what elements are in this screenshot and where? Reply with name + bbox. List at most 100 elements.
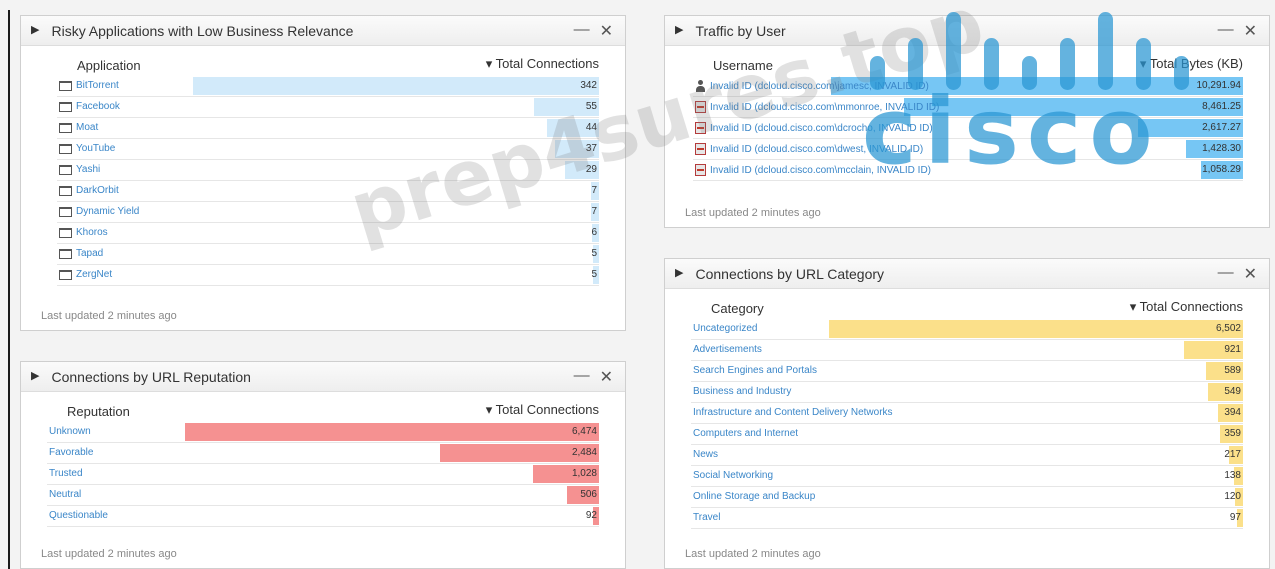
- close-icon[interactable]: ✕: [600, 367, 613, 387]
- table-row[interactable]: Invalid ID (dcloud.cisco.com\jamesc, INV…: [693, 76, 1243, 97]
- column-header-reputation[interactable]: Reputation: [67, 404, 130, 419]
- row-label-link[interactable]: Neutral: [49, 489, 81, 500]
- minimize-icon[interactable]: —: [574, 367, 590, 387]
- row-label-link[interactable]: Advertisements: [693, 344, 762, 355]
- column-header-category[interactable]: Category: [711, 301, 764, 316]
- table-row[interactable]: DarkOrbit 7: [57, 181, 599, 202]
- row-label-link[interactable]: Khoros: [59, 227, 108, 238]
- row-label-link[interactable]: Invalid ID (dcloud.cisco.com\mcclain, IN…: [695, 164, 931, 176]
- row-label-link[interactable]: Facebook: [59, 101, 120, 112]
- minimize-icon[interactable]: —: [1218, 264, 1234, 284]
- table-row[interactable]: Khoros 6: [57, 223, 599, 244]
- table-row[interactable]: Online Storage and Backup 120: [691, 487, 1243, 508]
- row-label-link[interactable]: Questionable: [49, 510, 108, 521]
- widget-url-reputation: ▶ Connections by URL Reputation — ✕ Reput…: [20, 361, 626, 569]
- row-label-link[interactable]: BitTorrent: [59, 80, 119, 91]
- value-bar: [185, 423, 599, 441]
- table-row[interactable]: Trusted 1,028: [47, 464, 599, 485]
- row-label-link[interactable]: Computers and Internet: [693, 428, 798, 439]
- row-value: 217: [1224, 449, 1241, 460]
- collapse-triangle-icon[interactable]: ▶: [31, 371, 39, 382]
- column-header-total-connections[interactable]: ▾ Total Connections: [486, 402, 599, 418]
- row-label-link[interactable]: Online Storage and Backup: [693, 491, 815, 502]
- table-row[interactable]: Advertisements 921: [691, 340, 1243, 361]
- row-value: 29: [585, 164, 597, 175]
- table-row[interactable]: Dynamic Yield 7: [57, 202, 599, 223]
- collapse-triangle-icon[interactable]: ▶: [675, 25, 683, 36]
- table-row[interactable]: News 217: [691, 445, 1243, 466]
- row-label-link[interactable]: Travel: [693, 512, 720, 523]
- row-label-link[interactable]: Unknown: [49, 426, 91, 437]
- value-bar: [192, 77, 599, 95]
- row-label-link[interactable]: YouTube: [59, 143, 115, 154]
- widget-header: ▶ Traffic by User — ✕: [665, 16, 1269, 46]
- table-row[interactable]: Infrastructure and Content Delivery Netw…: [691, 403, 1243, 424]
- table-body: Uncategorized 6,502 Advertisements 921 Searc…: [691, 319, 1243, 529]
- collapse-triangle-icon[interactable]: ▶: [31, 25, 39, 36]
- application-window-icon: [59, 101, 72, 112]
- row-label-link[interactable]: Infrastructure and Content Delivery Netw…: [693, 407, 893, 418]
- row-label-link[interactable]: Search Engines and Portals: [693, 365, 817, 376]
- table-row[interactable]: Tapad 5: [57, 244, 599, 265]
- column-header-username[interactable]: Username: [713, 58, 773, 73]
- row-label-link[interactable]: Dynamic Yield: [59, 206, 139, 217]
- table-row[interactable]: ZergNet 5: [57, 265, 599, 286]
- table-row[interactable]: Invalid ID (dcloud.cisco.com\mcclain, IN…: [693, 160, 1243, 181]
- row-label-link[interactable]: Yashi: [59, 164, 100, 175]
- row-label-link[interactable]: Favorable: [49, 447, 93, 458]
- column-header-application[interactable]: Application: [77, 58, 141, 73]
- row-label-link[interactable]: Moat: [59, 122, 98, 133]
- table-row[interactable]: Uncategorized 6,502: [691, 319, 1243, 340]
- table-row[interactable]: Social Networking 138: [691, 466, 1243, 487]
- row-label-text: Dynamic Yield: [76, 206, 140, 217]
- close-icon[interactable]: ✕: [1244, 264, 1257, 284]
- row-value: 44: [585, 122, 597, 133]
- column-header-total-connections[interactable]: ▾ Total Connections: [486, 56, 599, 72]
- widget-header: ▶ Connections by URL Category — ✕: [665, 259, 1269, 289]
- row-label-link[interactable]: Invalid ID (dcloud.cisco.com\dwest, INVA…: [695, 143, 923, 155]
- row-label-link[interactable]: Invalid ID (dcloud.cisco.com\mmonroe, IN…: [695, 101, 939, 113]
- table-row[interactable]: Neutral 506: [47, 485, 599, 506]
- close-icon[interactable]: ✕: [600, 21, 613, 41]
- table-row[interactable]: Invalid ID (dcloud.cisco.com\mmonroe, IN…: [693, 97, 1243, 118]
- column-header-total-connections[interactable]: ▾ Total Connections: [1130, 299, 1243, 315]
- table-row[interactable]: Search Engines and Portals 589: [691, 361, 1243, 382]
- table-row[interactable]: Facebook 55: [57, 97, 599, 118]
- table-row[interactable]: Yashi 29: [57, 160, 599, 181]
- table-body: Invalid ID (dcloud.cisco.com\jamesc, INV…: [693, 76, 1243, 181]
- minimize-icon[interactable]: —: [1218, 21, 1234, 41]
- table-row[interactable]: Moat 44: [57, 118, 599, 139]
- widget-title: Risky Applications with Low Business Rel…: [51, 22, 354, 39]
- table-row[interactable]: Invalid ID (dcloud.cisco.com\dcrocho, IN…: [693, 118, 1243, 139]
- table-row[interactable]: YouTube 37: [57, 139, 599, 160]
- row-label-link[interactable]: Invalid ID (dcloud.cisco.com\dcrocho, IN…: [695, 122, 933, 134]
- table-row[interactable]: Questionable 92: [47, 506, 599, 527]
- row-label-link[interactable]: DarkOrbit: [59, 185, 119, 196]
- row-label-link[interactable]: ZergNet: [59, 269, 112, 280]
- row-value: 359: [1224, 428, 1241, 439]
- widget-risky-applications: ▶ Risky Applications with Low Business R…: [20, 15, 626, 331]
- minimize-icon[interactable]: —: [574, 21, 590, 41]
- row-label-link[interactable]: Tapad: [59, 248, 103, 259]
- row-label-link[interactable]: Uncategorized: [693, 323, 757, 334]
- row-label-link[interactable]: Business and Industry: [693, 386, 791, 397]
- column-header-total-bytes[interactable]: ▾ Total Bytes (KB): [1140, 56, 1243, 72]
- table-row[interactable]: Favorable 2,484: [47, 443, 599, 464]
- table-row[interactable]: Unknown 6,474: [47, 422, 599, 443]
- table-row[interactable]: Business and Industry 549: [691, 382, 1243, 403]
- row-label-text: Social Networking: [693, 470, 774, 481]
- row-value: 6: [591, 227, 597, 238]
- row-label-link[interactable]: Invalid ID (dcloud.cisco.com\jamesc, INV…: [695, 80, 929, 92]
- table-row[interactable]: Invalid ID (dcloud.cisco.com\dwest, INVA…: [693, 139, 1243, 160]
- row-label-link[interactable]: Social Networking: [693, 470, 773, 481]
- collapse-triangle-icon[interactable]: ▶: [675, 268, 683, 279]
- row-label-link[interactable]: Trusted: [49, 468, 83, 479]
- row-value: 7: [591, 185, 597, 196]
- table-row[interactable]: BitTorrent 342: [57, 76, 599, 97]
- close-icon[interactable]: ✕: [1244, 21, 1257, 41]
- row-label-text: Uncategorized: [693, 323, 758, 334]
- row-value: 37: [585, 143, 597, 154]
- table-row[interactable]: Travel 97: [691, 508, 1243, 529]
- row-label-link[interactable]: News: [693, 449, 718, 460]
- table-row[interactable]: Computers and Internet 359: [691, 424, 1243, 445]
